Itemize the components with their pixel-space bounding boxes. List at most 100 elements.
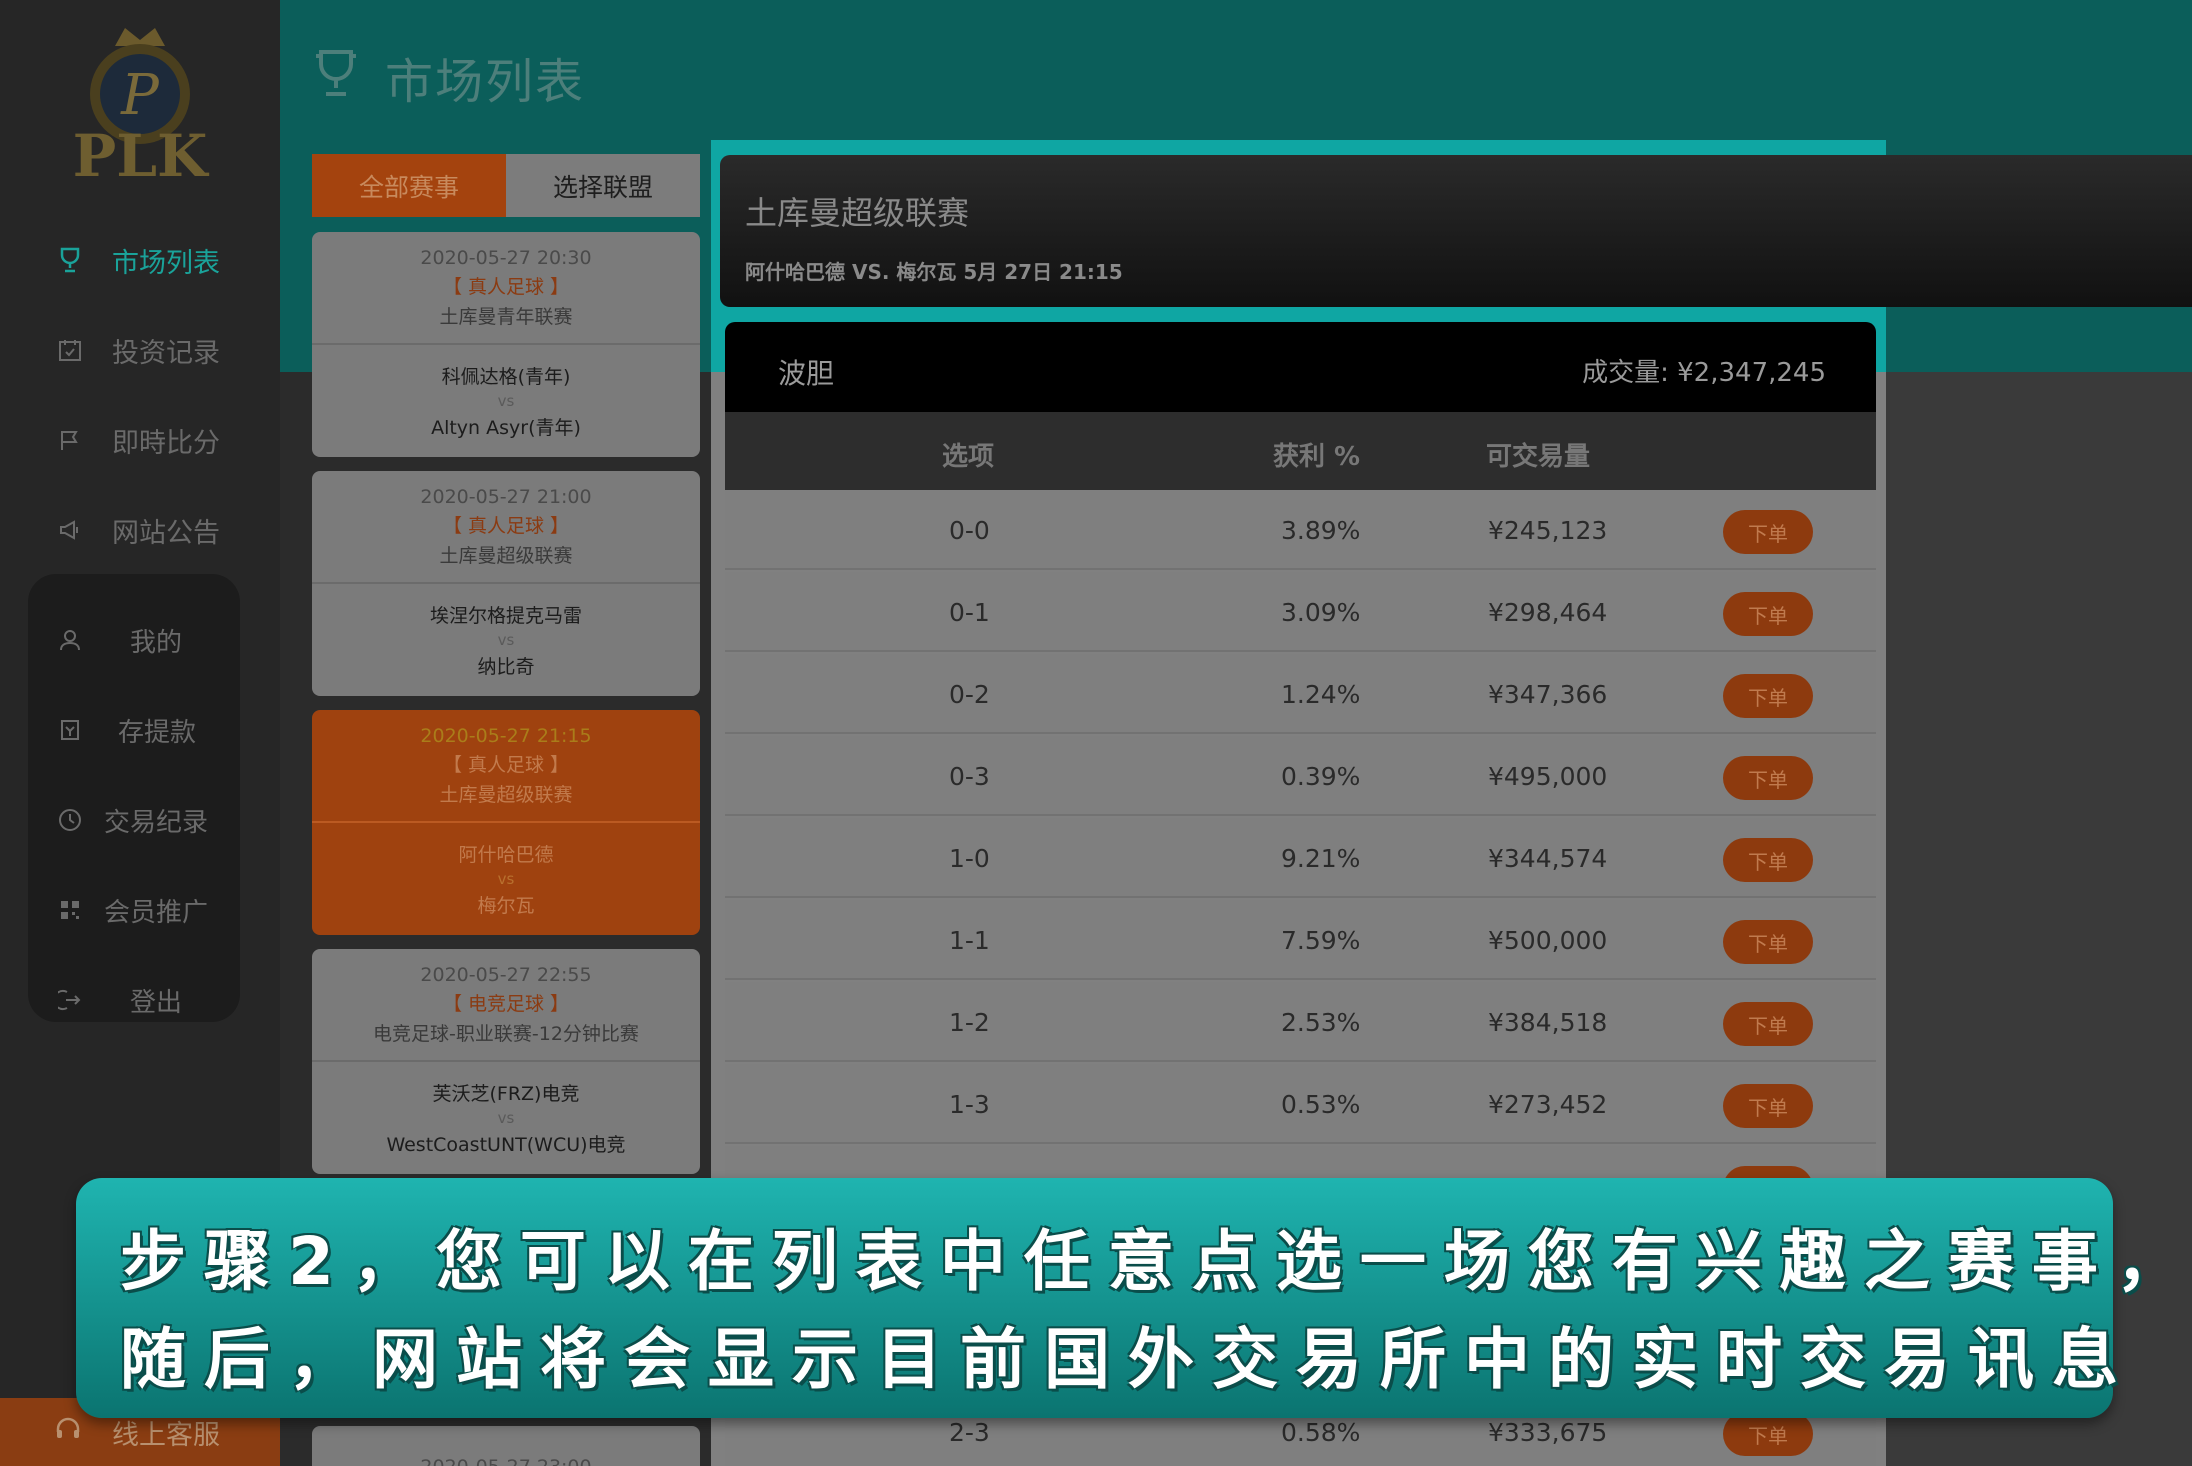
qrcode-icon (56, 896, 84, 924)
away-team: Altyn Asyr(青年) (431, 417, 581, 439)
page-title: 市场列表 (385, 54, 586, 110)
tradable-cell: ¥245,123 (1488, 516, 1608, 545)
submenu-item-deposit-withdraw[interactable]: 存提款 (28, 690, 240, 770)
away-team: WestCoastUNT(WCU)电竞 (386, 1134, 626, 1156)
sidebar-item-investment-records[interactable]: 投资记录 (0, 310, 280, 390)
market-volume: 成交量: ¥2,347,245 (1582, 358, 1826, 388)
svg-text:P: P (120, 63, 160, 128)
match-filter-tabs: 全部赛事 选择联盟 (312, 154, 700, 217)
place-order-button[interactable]: 下单 (1723, 756, 1813, 800)
match-datetime: 2020-05-27 21:15 (420, 724, 592, 747)
home-team: 埃涅尔格提克马雷 (429, 605, 582, 627)
profit-cell: 1.24% (1281, 680, 1361, 709)
submenu-item-mine[interactable]: 我的 (28, 600, 240, 680)
table-row: 0-0 3.89% ¥245,123 下单 (725, 490, 1876, 570)
place-order-button[interactable]: 下单 (1723, 674, 1813, 718)
deposit-icon (56, 716, 84, 744)
match-league: 土库曼超级联赛 (439, 544, 573, 567)
sidebar-item-market-list[interactable]: 市场列表 (0, 220, 280, 300)
option-cell: 1-1 (949, 926, 990, 955)
trophy-icon (55, 245, 85, 275)
tradable-cell: ¥298,464 (1488, 598, 1608, 627)
banner-line-2: 随后，网站将会显示目前国外交易所中的实时交易讯息 (120, 1321, 2136, 1398)
vs-label: vs (497, 870, 515, 888)
tab-all-events[interactable]: 全部赛事 (312, 154, 506, 217)
place-order-button[interactable]: 下单 (1723, 1084, 1813, 1128)
profit-cell: 2.53% (1281, 1008, 1361, 1037)
table-header: 选项 获利 % 可交易量 (725, 412, 1876, 490)
match-card[interactable]: 2020-05-27 23:00 (312, 1426, 700, 1466)
headset-icon (55, 1416, 81, 1449)
profit-cell: 0.53% (1281, 1090, 1361, 1119)
match-league: 土库曼超级联赛 (439, 783, 573, 806)
submenu-item-label: 我的 (130, 627, 183, 658)
sidebar-item-label: 网站公告 (112, 517, 220, 549)
tradable-cell: ¥347,366 (1488, 680, 1608, 709)
column-header-profit: 获利 % (1273, 442, 1361, 472)
market-name: 波胆 (778, 357, 835, 390)
submenu-item-label: 登出 (130, 987, 183, 1018)
flag-icon (55, 425, 85, 455)
calendar-icon (55, 335, 85, 365)
match-card-selected[interactable]: 2020-05-27 21:15 【 真人足球 】 土库曼超级联赛 阿什哈巴德 … (312, 710, 700, 935)
logout-icon (56, 986, 84, 1014)
submenu-item-referral[interactable]: 会员推广 (28, 870, 240, 950)
match-datetime: 2020-05-27 23:00 (420, 1456, 591, 1466)
place-order-button[interactable]: 下单 (1723, 510, 1813, 554)
column-header-option: 选项 (942, 442, 995, 472)
tradable-cell: ¥333,675 (1488, 1418, 1608, 1447)
match-datetime: 2020-05-27 21:00 (420, 485, 592, 508)
sidebar-item-announcements[interactable]: 网站公告 (0, 490, 280, 570)
clock-icon (56, 806, 84, 834)
match-card[interactable]: 2020-05-27 21:00 【 真人足球 】 土库曼超级联赛 埃涅尔格提克… (312, 471, 700, 696)
option-cell: 0-1 (949, 598, 990, 627)
place-order-button[interactable]: 下单 (1723, 1002, 1813, 1046)
place-order-button[interactable]: 下单 (1723, 1412, 1813, 1456)
profit-cell: 9.21% (1281, 844, 1361, 873)
tradable-cell: ¥344,574 (1488, 844, 1608, 873)
option-cell: 1-0 (949, 844, 990, 873)
instruction-banner: 步骤2，您可以在列表中任意点选一场您有兴趣之赛事， 随后，网站将会显示目前国外交… (76, 1178, 2182, 1418)
account-submenu: 我的 存提款 交易纪录 会员推广 登出 (28, 574, 240, 1022)
match-datetime: 2020-05-27 22:55 (420, 963, 592, 986)
trophy-icon (313, 48, 359, 102)
table-row: 1-1 7.59% ¥500,000 下单 (725, 900, 1876, 980)
match-card[interactable]: 2020-05-27 22:55 【 电竞足球 】 电竞足球-职业联赛-12分钟… (312, 949, 700, 1174)
option-cell: 0-3 (949, 762, 990, 791)
match-league: 土库曼青年联赛 (439, 305, 573, 328)
option-cell: 0-0 (949, 516, 990, 545)
vs-label: vs (497, 631, 515, 649)
option-cell: 1-3 (949, 1090, 990, 1119)
table-row: 0-2 1.24% ¥347,366 下单 (725, 654, 1876, 734)
tradable-cell: ¥500,000 (1488, 926, 1608, 955)
option-cell: 1-2 (949, 1008, 990, 1037)
submenu-item-trade-records[interactable]: 交易纪录 (28, 780, 240, 860)
match-category: 【 电竞足球 】 (442, 992, 570, 1015)
table-row: 1-0 9.21% ¥344,574 下单 (725, 818, 1876, 898)
table-row: 1-3 0.53% ¥273,452 下单 (725, 1064, 1876, 1144)
table-row: 1-2 2.53% ¥384,518 下单 (725, 982, 1876, 1062)
tab-select-league[interactable]: 选择联盟 (506, 154, 700, 217)
event-info: 阿什哈巴德 VS. 梅尔瓦 5月 27日 21:15 (745, 260, 1123, 284)
table-row: 0-1 3.09% ¥298,464 下单 (725, 572, 1876, 652)
submenu-item-logout[interactable]: 登出 (28, 960, 240, 1040)
match-datetime: 2020-05-27 20:30 (420, 246, 592, 269)
banner-line-1: 步骤2，您可以在列表中任意点选一场您有兴趣之赛事， (120, 1223, 2192, 1300)
event-league-title: 土库曼超级联赛 (745, 194, 970, 232)
brand-logo[interactable]: P PLK (55, 14, 225, 190)
place-order-button[interactable]: 下单 (1723, 838, 1813, 882)
place-order-button[interactable]: 下单 (1723, 592, 1813, 636)
vs-label: vs (497, 1109, 515, 1127)
place-order-button[interactable]: 下单 (1723, 920, 1813, 964)
profit-cell: 3.89% (1281, 516, 1361, 545)
tradable-cell: ¥495,000 (1488, 762, 1608, 791)
match-card[interactable]: 2020-05-27 20:30 【 真人足球 】 土库曼青年联赛 科佩达格(青… (312, 232, 700, 457)
tradable-cell: ¥384,518 (1488, 1008, 1608, 1037)
vs-label: vs (497, 392, 515, 410)
support-label: 线上客服 (112, 1419, 220, 1451)
home-team: 芙沃芝(FRZ)电竞 (432, 1083, 580, 1105)
sidebar-item-live-score[interactable]: 即時比分 (0, 400, 280, 480)
match-category: 【 真人足球 】 (442, 275, 570, 298)
match-league: 电竞足球-职业联赛-12分钟比赛 (373, 1022, 639, 1045)
profit-cell: 7.59% (1281, 926, 1361, 955)
